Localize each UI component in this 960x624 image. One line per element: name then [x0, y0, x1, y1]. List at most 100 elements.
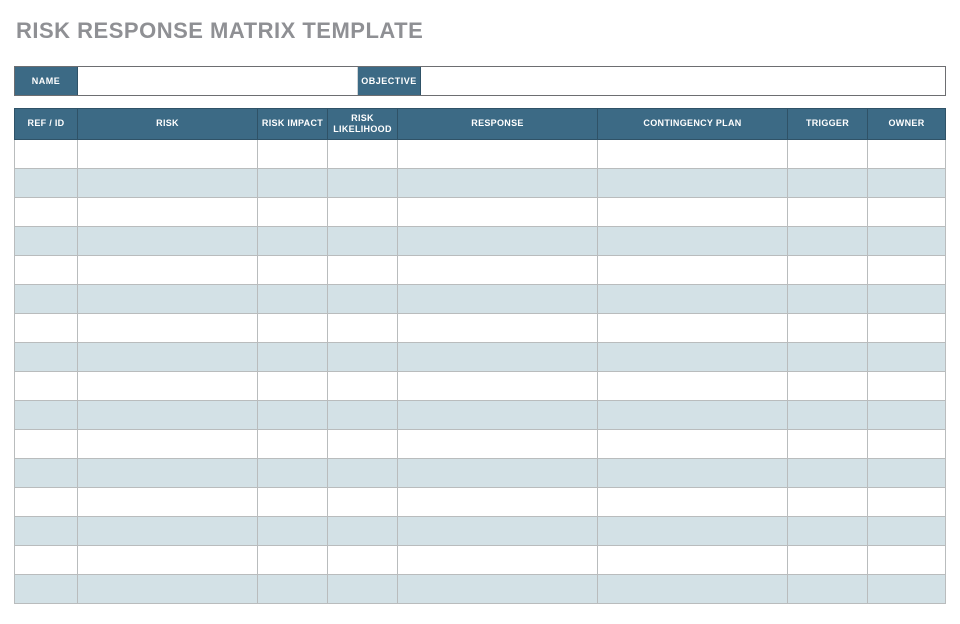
cell-ref[interactable]	[15, 139, 78, 168]
cell-contingency[interactable]	[598, 168, 788, 197]
cell-impact[interactable]	[258, 371, 328, 400]
cell-ref[interactable]	[15, 313, 78, 342]
cell-impact[interactable]	[258, 342, 328, 371]
cell-impact[interactable]	[258, 429, 328, 458]
cell-owner[interactable]	[868, 400, 946, 429]
cell-contingency[interactable]	[598, 545, 788, 574]
cell-ref[interactable]	[15, 516, 78, 545]
cell-ref[interactable]	[15, 487, 78, 516]
cell-ref[interactable]	[15, 284, 78, 313]
cell-owner[interactable]	[868, 487, 946, 516]
cell-contingency[interactable]	[598, 458, 788, 487]
cell-risk[interactable]	[78, 545, 258, 574]
cell-ref[interactable]	[15, 342, 78, 371]
cell-likelihood[interactable]	[328, 545, 398, 574]
cell-likelihood[interactable]	[328, 342, 398, 371]
cell-response[interactable]	[398, 197, 598, 226]
cell-response[interactable]	[398, 400, 598, 429]
cell-impact[interactable]	[258, 255, 328, 284]
cell-owner[interactable]	[868, 139, 946, 168]
cell-ref[interactable]	[15, 168, 78, 197]
cell-risk[interactable]	[78, 313, 258, 342]
cell-owner[interactable]	[868, 168, 946, 197]
cell-response[interactable]	[398, 342, 598, 371]
cell-likelihood[interactable]	[328, 197, 398, 226]
cell-contingency[interactable]	[598, 487, 788, 516]
cell-response[interactable]	[398, 371, 598, 400]
cell-likelihood[interactable]	[328, 516, 398, 545]
cell-likelihood[interactable]	[328, 313, 398, 342]
cell-likelihood[interactable]	[328, 400, 398, 429]
cell-trigger[interactable]	[788, 516, 868, 545]
cell-owner[interactable]	[868, 226, 946, 255]
cell-risk[interactable]	[78, 284, 258, 313]
cell-response[interactable]	[398, 168, 598, 197]
cell-response[interactable]	[398, 429, 598, 458]
cell-trigger[interactable]	[788, 313, 868, 342]
cell-likelihood[interactable]	[328, 226, 398, 255]
cell-impact[interactable]	[258, 545, 328, 574]
cell-risk[interactable]	[78, 574, 258, 603]
cell-risk[interactable]	[78, 168, 258, 197]
cell-ref[interactable]	[15, 400, 78, 429]
cell-risk[interactable]	[78, 400, 258, 429]
cell-likelihood[interactable]	[328, 139, 398, 168]
cell-owner[interactable]	[868, 574, 946, 603]
cell-response[interactable]	[398, 487, 598, 516]
cell-likelihood[interactable]	[328, 371, 398, 400]
cell-contingency[interactable]	[598, 197, 788, 226]
cell-contingency[interactable]	[598, 284, 788, 313]
cell-contingency[interactable]	[598, 429, 788, 458]
cell-trigger[interactable]	[788, 429, 868, 458]
objective-input[interactable]	[421, 67, 945, 95]
cell-owner[interactable]	[868, 313, 946, 342]
cell-owner[interactable]	[868, 545, 946, 574]
cell-trigger[interactable]	[788, 545, 868, 574]
cell-response[interactable]	[398, 458, 598, 487]
cell-contingency[interactable]	[598, 371, 788, 400]
cell-ref[interactable]	[15, 574, 78, 603]
cell-impact[interactable]	[258, 313, 328, 342]
cell-trigger[interactable]	[788, 226, 868, 255]
cell-likelihood[interactable]	[328, 255, 398, 284]
cell-contingency[interactable]	[598, 226, 788, 255]
cell-impact[interactable]	[258, 400, 328, 429]
cell-likelihood[interactable]	[328, 429, 398, 458]
cell-owner[interactable]	[868, 516, 946, 545]
cell-response[interactable]	[398, 574, 598, 603]
cell-impact[interactable]	[258, 458, 328, 487]
cell-trigger[interactable]	[788, 342, 868, 371]
name-input[interactable]	[78, 67, 358, 95]
cell-trigger[interactable]	[788, 487, 868, 516]
cell-contingency[interactable]	[598, 139, 788, 168]
cell-trigger[interactable]	[788, 574, 868, 603]
cell-likelihood[interactable]	[328, 574, 398, 603]
cell-trigger[interactable]	[788, 400, 868, 429]
cell-impact[interactable]	[258, 139, 328, 168]
cell-ref[interactable]	[15, 545, 78, 574]
cell-response[interactable]	[398, 313, 598, 342]
cell-trigger[interactable]	[788, 139, 868, 168]
cell-trigger[interactable]	[788, 458, 868, 487]
cell-trigger[interactable]	[788, 168, 868, 197]
cell-risk[interactable]	[78, 429, 258, 458]
cell-ref[interactable]	[15, 429, 78, 458]
cell-owner[interactable]	[868, 342, 946, 371]
cell-contingency[interactable]	[598, 400, 788, 429]
cell-likelihood[interactable]	[328, 168, 398, 197]
cell-ref[interactable]	[15, 226, 78, 255]
cell-likelihood[interactable]	[328, 487, 398, 516]
cell-owner[interactable]	[868, 197, 946, 226]
cell-impact[interactable]	[258, 516, 328, 545]
cell-trigger[interactable]	[788, 197, 868, 226]
cell-contingency[interactable]	[598, 516, 788, 545]
cell-response[interactable]	[398, 139, 598, 168]
cell-risk[interactable]	[78, 458, 258, 487]
cell-likelihood[interactable]	[328, 458, 398, 487]
cell-risk[interactable]	[78, 342, 258, 371]
cell-impact[interactable]	[258, 168, 328, 197]
cell-response[interactable]	[398, 226, 598, 255]
cell-impact[interactable]	[258, 284, 328, 313]
cell-impact[interactable]	[258, 574, 328, 603]
cell-risk[interactable]	[78, 197, 258, 226]
